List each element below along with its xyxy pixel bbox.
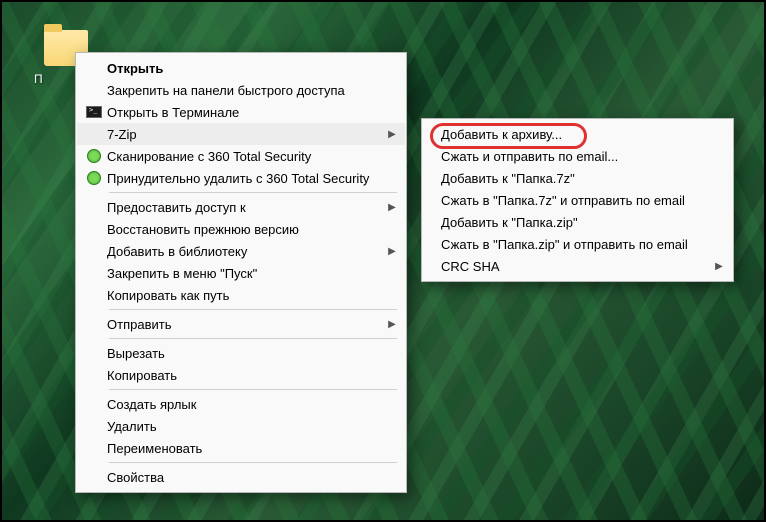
icon-slot — [81, 218, 107, 240]
icon-slot — [81, 342, 107, 364]
menu-item-7zip[interactable]: 7-Zip ▶ — [77, 123, 405, 145]
icon-slot — [81, 313, 107, 335]
menu-item-properties[interactable]: Свойства — [77, 466, 405, 488]
menu-label: Сканирование с 360 Total Security — [107, 149, 399, 164]
menu-separator — [109, 192, 397, 193]
360-icon — [81, 145, 107, 167]
menu-label: Вырезать — [107, 346, 399, 361]
submenu-arrow-icon: ▶ — [385, 129, 399, 140]
menu-separator — [109, 462, 397, 463]
menu-item-360-scan[interactable]: Сканирование с 360 Total Security — [77, 145, 405, 167]
icon-slot — [427, 145, 441, 167]
menu-label: Свойства — [107, 470, 399, 485]
icon-slot — [81, 123, 107, 145]
context-menu-7zip-submenu: Добавить к архиву... Сжать и отправить п… — [421, 118, 734, 282]
menu-item-delete[interactable]: Удалить — [77, 415, 405, 437]
icon-slot — [81, 393, 107, 415]
menu-item-add-library[interactable]: Добавить в библиотеку ▶ — [77, 240, 405, 262]
menu-item-rename[interactable]: Переименовать — [77, 437, 405, 459]
icon-slot — [81, 262, 107, 284]
menu-label: Принудительно удалить с 360 Total Securi… — [107, 171, 399, 186]
submenu-item-compress-7z-email[interactable]: Сжать в "Папка.7z" и отправить по email — [423, 189, 732, 211]
menu-label: Сжать и отправить по email... — [441, 149, 726, 164]
icon-slot — [427, 233, 441, 255]
menu-separator — [109, 389, 397, 390]
submenu-item-add-7z[interactable]: Добавить к "Папка.7z" — [423, 167, 732, 189]
menu-label: Сжать в "Папка.zip" и отправить по email — [441, 237, 726, 252]
icon-slot — [427, 255, 441, 277]
menu-label: Удалить — [107, 419, 399, 434]
icon-slot — [81, 466, 107, 488]
menu-label: Открыть в Терминале — [107, 105, 399, 120]
menu-item-360-delete[interactable]: Принудительно удалить с 360 Total Securi… — [77, 167, 405, 189]
icon-slot — [81, 415, 107, 437]
menu-item-open[interactable]: Открыть — [77, 57, 405, 79]
context-menu-main: Открыть Закрепить на панели быстрого дос… — [75, 52, 407, 493]
menu-item-share-access[interactable]: Предоставить доступ к ▶ — [77, 196, 405, 218]
menu-item-pin-start[interactable]: Закрепить в меню "Пуск" — [77, 262, 405, 284]
menu-label: Добавить к "Папка.zip" — [441, 215, 726, 230]
menu-item-restore-version[interactable]: Восстановить прежнюю версию — [77, 218, 405, 240]
menu-item-cut[interactable]: Вырезать — [77, 342, 405, 364]
menu-label: Сжать в "Папка.7z" и отправить по email — [441, 193, 726, 208]
submenu-arrow-icon: ▶ — [385, 202, 399, 213]
menu-label: Отправить — [107, 317, 385, 332]
menu-label: Открыть — [107, 61, 399, 76]
menu-separator — [109, 309, 397, 310]
menu-label: Предоставить доступ к — [107, 200, 385, 215]
menu-label: Копировать — [107, 368, 399, 383]
menu-separator — [109, 338, 397, 339]
menu-label: Закрепить на панели быстрого доступа — [107, 83, 399, 98]
menu-label: Добавить в библиотеку — [107, 244, 385, 259]
icon-slot — [427, 189, 441, 211]
icon-slot — [427, 211, 441, 233]
icon-slot — [81, 284, 107, 306]
icon-slot — [81, 79, 107, 101]
menu-label: CRC SHA — [441, 259, 712, 274]
menu-label: 7-Zip — [107, 127, 385, 142]
menu-label: Добавить к "Папка.7z" — [441, 171, 726, 186]
menu-item-send-to[interactable]: Отправить ▶ — [77, 313, 405, 335]
menu-item-create-shortcut[interactable]: Создать ярлык — [77, 393, 405, 415]
icon-slot — [81, 196, 107, 218]
submenu-arrow-icon: ▶ — [712, 261, 726, 272]
submenu-item-add-to-archive[interactable]: Добавить к архиву... — [423, 123, 732, 145]
icon-slot — [81, 364, 107, 386]
menu-label: Копировать как путь — [107, 288, 399, 303]
menu-label: Добавить к архиву... — [441, 127, 726, 142]
menu-label: Переименовать — [107, 441, 399, 456]
360-icon — [81, 167, 107, 189]
icon-slot — [427, 167, 441, 189]
submenu-arrow-icon: ▶ — [385, 319, 399, 330]
menu-item-copy-as-path[interactable]: Копировать как путь — [77, 284, 405, 306]
icon-slot — [81, 240, 107, 262]
icon-slot — [81, 57, 107, 79]
submenu-item-compress-zip-email[interactable]: Сжать в "Папка.zip" и отправить по email — [423, 233, 732, 255]
menu-label: Создать ярлык — [107, 397, 399, 412]
submenu-item-add-zip[interactable]: Добавить к "Папка.zip" — [423, 211, 732, 233]
menu-item-open-terminal[interactable]: Открыть в Терминале — [77, 101, 405, 123]
menu-item-copy[interactable]: Копировать — [77, 364, 405, 386]
icon-slot — [81, 437, 107, 459]
submenu-item-compress-email[interactable]: Сжать и отправить по email... — [423, 145, 732, 167]
terminal-icon — [81, 101, 107, 123]
icon-slot — [427, 123, 441, 145]
menu-item-pin-quick-access[interactable]: Закрепить на панели быстрого доступа — [77, 79, 405, 101]
desktop-folder-label: П — [34, 72, 43, 86]
menu-label: Закрепить в меню "Пуск" — [107, 266, 399, 281]
menu-label: Восстановить прежнюю версию — [107, 222, 399, 237]
submenu-arrow-icon: ▶ — [385, 246, 399, 257]
submenu-item-crc-sha[interactable]: CRC SHA ▶ — [423, 255, 732, 277]
